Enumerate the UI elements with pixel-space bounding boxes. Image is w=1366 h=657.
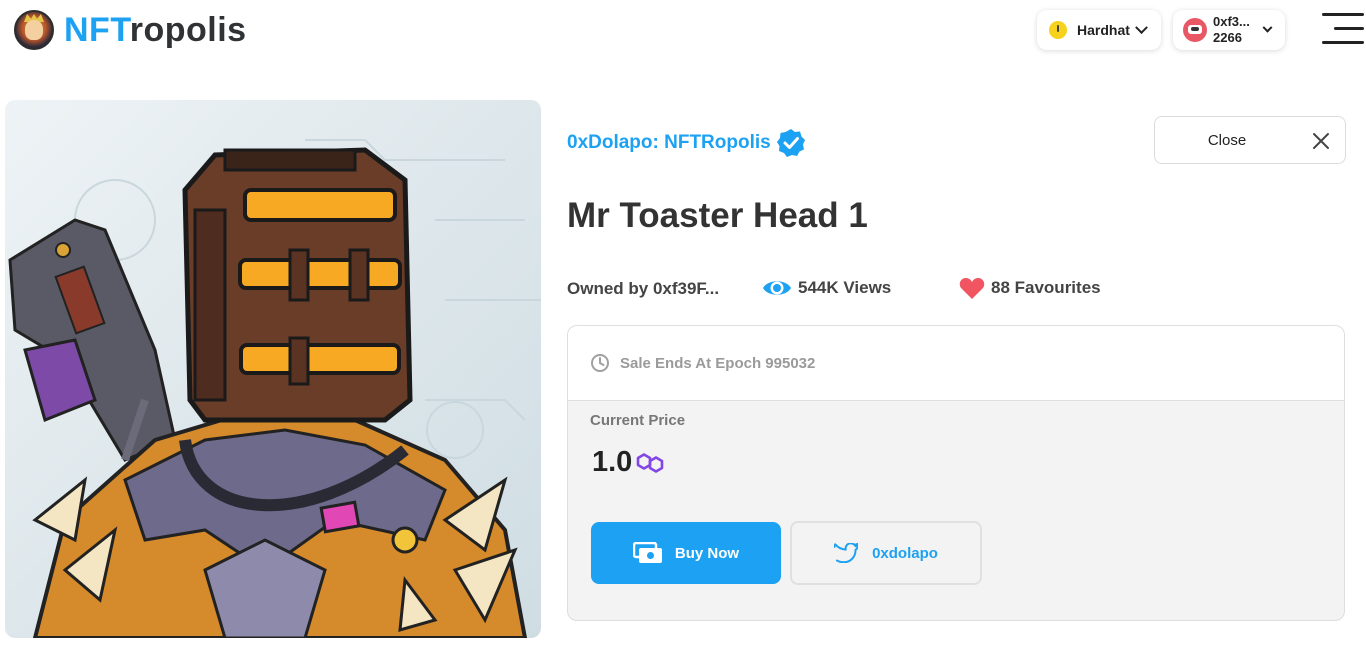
brand-name-rest: ropolis bbox=[129, 11, 247, 49]
clock-icon bbox=[591, 354, 609, 372]
hamburger-icon[interactable] bbox=[1322, 13, 1364, 47]
verified-badge-icon bbox=[776, 129, 805, 157]
chevron-down-icon bbox=[1135, 20, 1148, 34]
sale-card: Sale Ends At Epoch 995032 Current Price … bbox=[567, 325, 1345, 621]
nft-meta-row: Owned by 0xf39F... 544K Views 88 Favouri… bbox=[567, 276, 1267, 302]
collection-name: 0xDolapo: NFTRopolis bbox=[567, 132, 771, 153]
current-price-label: Current Price bbox=[590, 412, 686, 429]
buy-now-button[interactable]: Buy Now bbox=[591, 522, 781, 584]
brand-name-accent: NFT bbox=[64, 11, 130, 49]
network-label: Hardhat bbox=[1077, 22, 1130, 38]
heart-icon bbox=[959, 278, 985, 299]
nft-image[interactable] bbox=[5, 100, 541, 638]
sale-ends-row: Sale Ends At Epoch 995032 bbox=[568, 326, 1344, 401]
account-balance: 2266 bbox=[1213, 30, 1242, 45]
close-button[interactable]: Close bbox=[1154, 116, 1346, 164]
eye-icon bbox=[763, 281, 791, 295]
collection-link[interactable]: 0xDolapo: NFTRopolis bbox=[567, 128, 806, 158]
price-row: 1.0 bbox=[592, 446, 669, 479]
close-icon bbox=[1313, 133, 1329, 149]
account-address: 0xf3... bbox=[1213, 14, 1250, 29]
toaster-head-character-illustration bbox=[8, 139, 541, 638]
logo-avatar-icon bbox=[14, 10, 54, 50]
account-info: 0xf3... 2266 bbox=[1213, 14, 1250, 46]
favourites-count[interactable]: 88 Favourites bbox=[959, 276, 1101, 300]
views-label: 544K Views bbox=[798, 278, 892, 297]
price-value: 1.0 bbox=[592, 446, 633, 478]
favourites-label: 88 Favourites bbox=[991, 278, 1101, 297]
chevron-down-icon bbox=[1262, 22, 1273, 33]
views-count: 544K Views bbox=[762, 276, 891, 300]
account-button[interactable]: 0xf3... 2266 bbox=[1173, 10, 1285, 50]
account-avatar-icon bbox=[1183, 18, 1207, 42]
network-selector-button[interactable]: Hardhat bbox=[1037, 10, 1161, 50]
brand-name: NFTropolis bbox=[64, 10, 247, 50]
twitter-button[interactable]: 0xdolapo bbox=[790, 521, 982, 585]
nft-title: Mr Toaster Head 1 bbox=[567, 196, 868, 235]
sale-ends-text: Sale Ends At Epoch 995032 bbox=[620, 354, 816, 372]
brand-logo[interactable]: NFTropolis bbox=[14, 10, 247, 50]
twitter-icon bbox=[834, 543, 859, 563]
twitter-handle-label: 0xdolapo bbox=[872, 544, 938, 562]
top-nav: NFTropolis Hardhat 0xf3... 2266 bbox=[0, 0, 1366, 66]
polygon-matic-icon bbox=[637, 452, 664, 473]
close-label: Close bbox=[1207, 132, 1247, 149]
buy-now-label: Buy Now bbox=[674, 544, 740, 562]
owner-link[interactable]: Owned by 0xf39F... bbox=[567, 279, 719, 299]
cash-icon bbox=[632, 542, 662, 563]
warning-icon bbox=[1049, 21, 1067, 39]
